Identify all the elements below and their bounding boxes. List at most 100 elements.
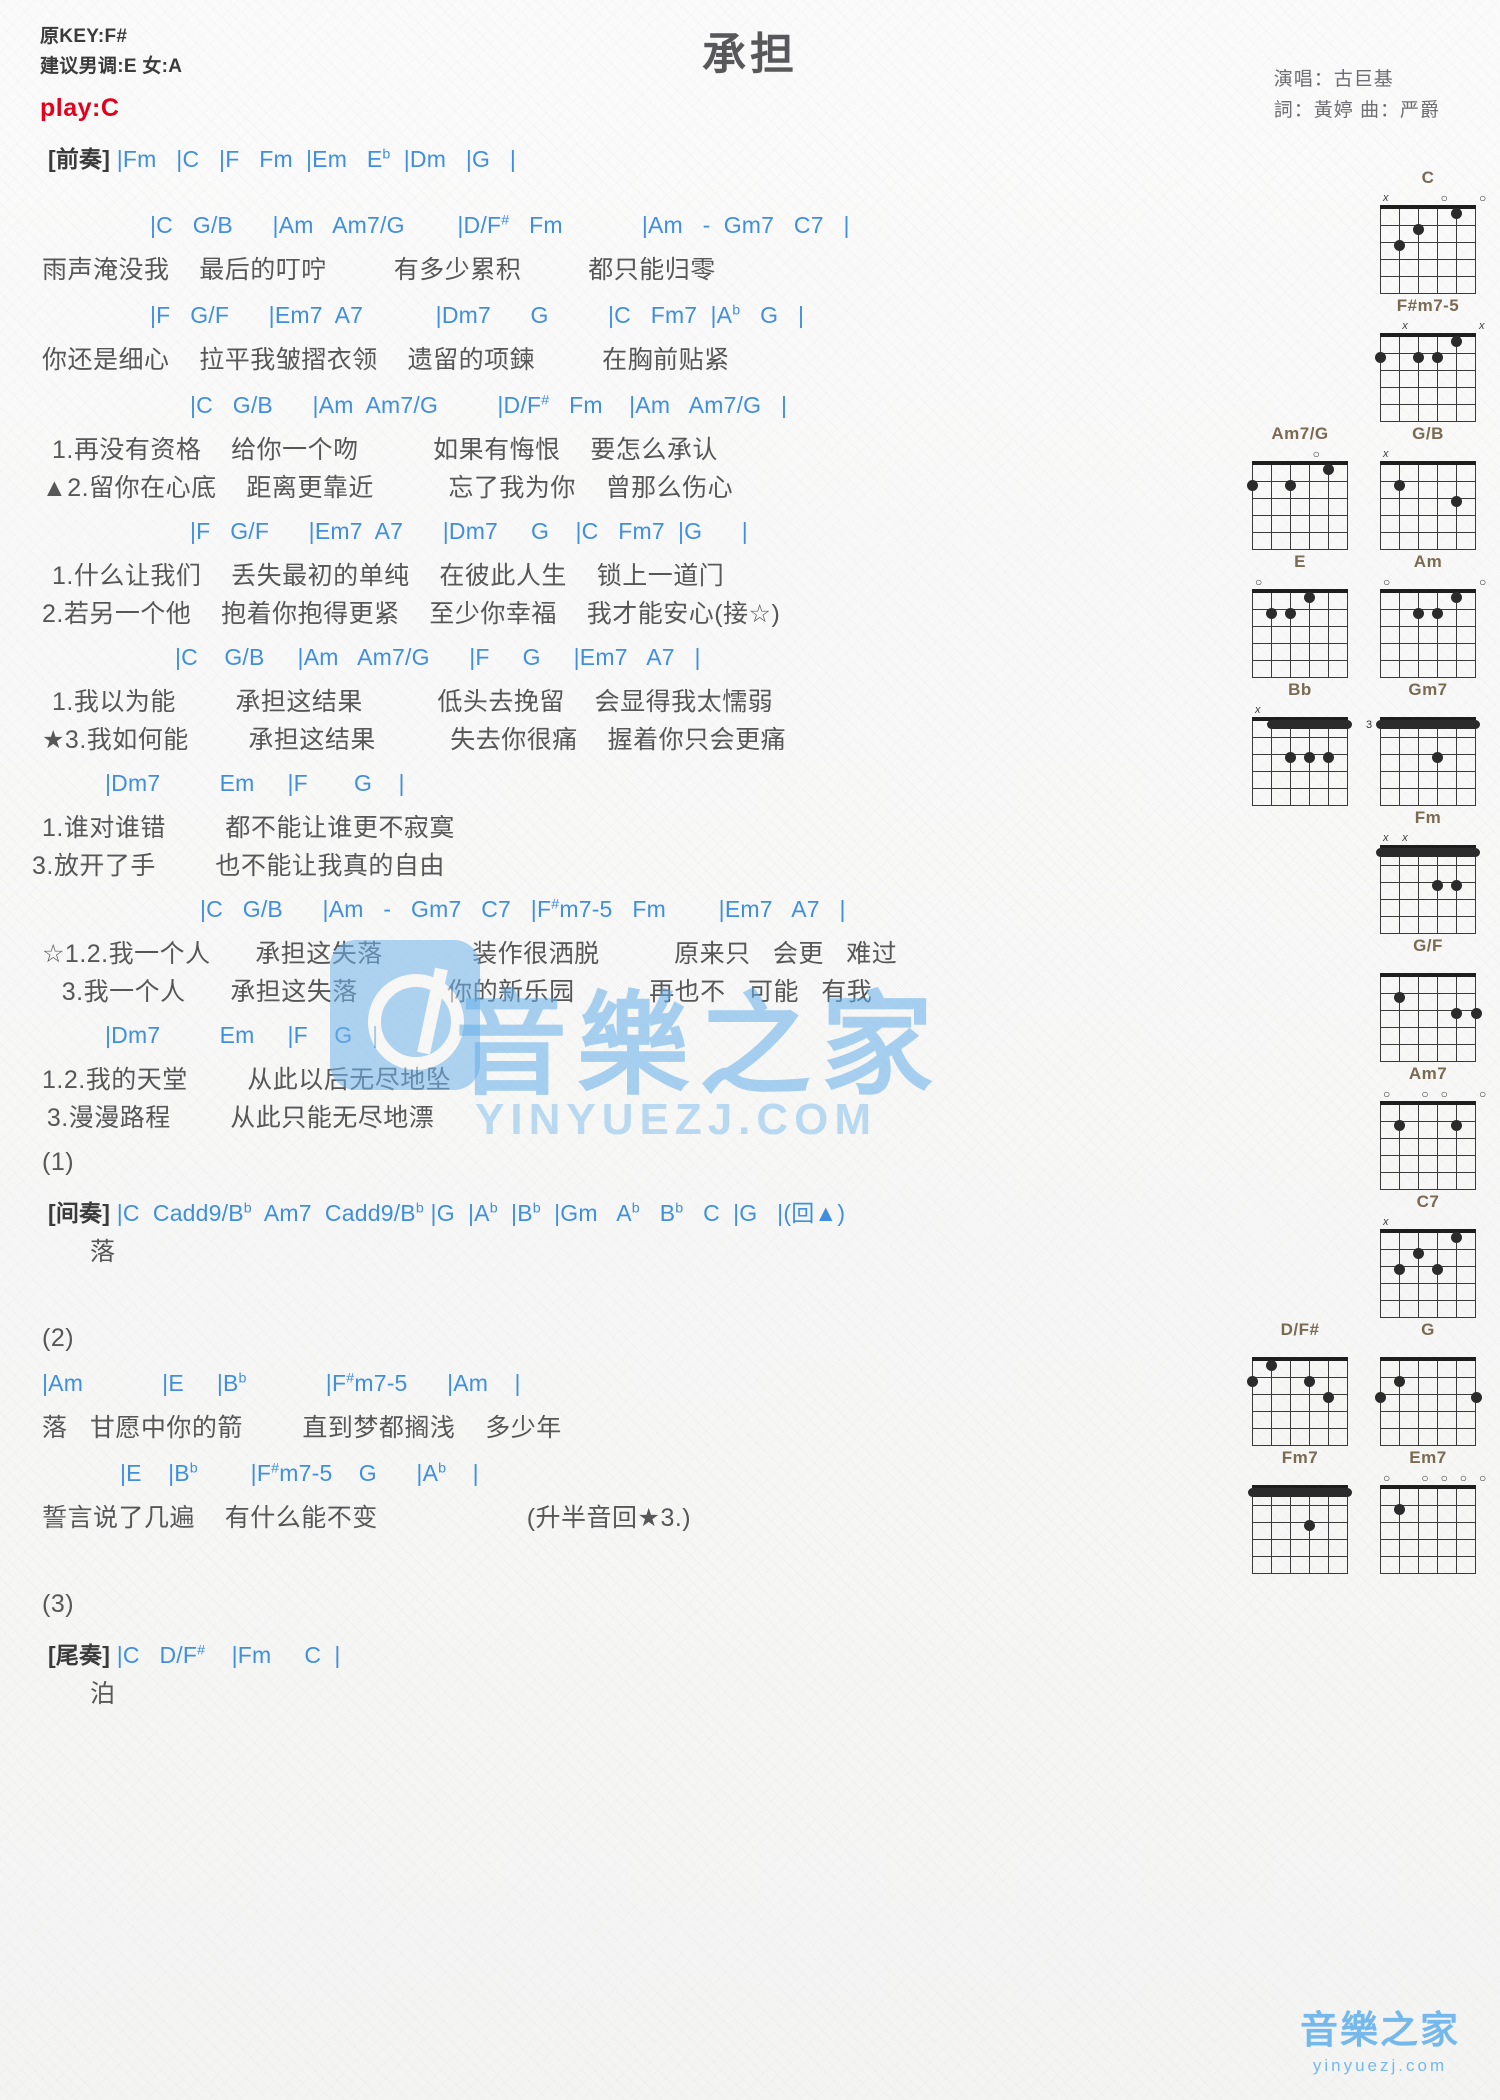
chord-diagram-Am7-G: Am7/G ○ [1242,424,1358,550]
finger-dot [1374,351,1386,363]
lyric-line-8b: 3.漫漫路程 从此只能无尽地漂 [32,1104,435,1132]
fret-number-label: 3 [1366,719,1373,731]
string-markers: ○ [1252,448,1348,461]
interlude-chord-line: [间奏] |C Cadd9/Bb Am7 Cadd9/Bb |G |Ab |Bb… [48,1200,846,1226]
fretboard-grid [1380,333,1476,422]
open-string-icon: ○ [1421,1471,1429,1485]
chord-diagram-Fm: Fm x x [1370,808,1486,934]
lyric-line-5b: ★3.我如何能 承担这结果 失去你很痛 握着你只会更痛 [42,726,787,754]
fretboard-grid [1380,1229,1476,1318]
watermark-bottom-cn: 音樂之家 [1299,2010,1460,2052]
muted-string-icon: x [1255,704,1261,716]
finger-dot [1265,1359,1277,1371]
muted-string-icon: x [1383,192,1389,204]
string-markers: xx [1380,832,1476,845]
string-markers: x [1380,448,1476,461]
barre-bar [1267,720,1352,729]
lyric-line-7b: 3.我一个人 承担这失落 你的新乐园 再也不 可能 有我 [32,978,873,1006]
chord-diagram-label: Am7 [1408,1064,1448,1083]
chord-diagram-label: Fm7 [1281,1448,1319,1467]
marker-1: (1) [42,1148,75,1176]
chord-line-5: |C G/B |Am Am7/G |F G |Em7 A7 | [175,644,701,670]
string-markers [1252,1472,1348,1485]
finger-dot [1393,1119,1405,1131]
chord-diagram-Am7: Am7 ○ ○ ○ ○ [1370,1064,1486,1190]
chord-diagram-label: Am7/G [1271,424,1329,443]
lyric-line-4b: 2.若另一个他 抱着你抱得更紧 至少你幸福 我才能安心(接☆) [42,600,781,628]
chord-diagram-label: G/B [1412,424,1444,443]
string-markers: ○ ○ ○ ○ ○ [1380,1471,1486,1485]
finger-dot [1432,607,1444,619]
chord-diagram-Em7: Em7 ○ ○ ○ ○ ○ [1370,1448,1486,1574]
watermark-bottom-en: yinyuezj.com [1312,2056,1448,2075]
fretboard-grid [1252,717,1348,806]
finger-dot [1451,879,1463,891]
string-markers: ○ ○ [1380,575,1486,589]
string-markers [1380,960,1476,973]
marker-3: (3) [42,1590,75,1618]
finger-dot [1470,1391,1482,1403]
bridge-lyric-line-1: 落 甘愿中你的箭 直到梦都搁浅 多少年 [42,1414,562,1442]
chord-diagram-label: D/F# [1280,1320,1320,1339]
finger-dot [1393,239,1405,251]
lyric-line-6a: 1.谁对谁错 都不能让谁更不寂寞 [42,814,455,842]
finger-dot [1451,1231,1463,1243]
finger-dot [1451,1119,1463,1131]
open-string-icon: ○ [1440,191,1448,205]
interlude-lyric-line: 落 [90,1238,116,1266]
finger-dot [1374,1391,1386,1403]
finger-dot [1432,879,1444,891]
open-string-icon: ○ [1479,191,1487,205]
string-markers [1252,1344,1348,1357]
finger-dot [1284,479,1296,491]
chord-diagram-label: C [1421,168,1435,187]
chord-diagram-G: G [1370,1320,1486,1446]
muted-string-icon: x [1383,448,1389,460]
open-string-icon: ○ [1459,1471,1468,1485]
chord-diagram-label: Gm7 [1408,680,1448,699]
chord-diagram-label: G [1421,1320,1435,1339]
fretboard-grid [1252,1357,1348,1446]
fretboard-grid [1380,845,1476,934]
fretboard-grid [1380,973,1476,1062]
open-string-icon: ○ [1479,1471,1487,1485]
fretboard-grid [1252,1485,1348,1574]
open-string-icon: ○ [1440,1087,1448,1101]
lyric-line-6b: 3.放开了手 也不能让我真的自由 [32,852,445,880]
chord-line-8: |Dm7 Em |F G | [105,1022,379,1048]
chord-line-3: |C G/B |Am Am7/G |D/F# Fm |Am Am7/G | [190,392,788,418]
chord-diagram-Bb: Bb x [1242,680,1358,806]
chord-diagram-label: Em7 [1409,1448,1447,1467]
chord-diagram-label: C7 [1416,1192,1440,1211]
lyric-line-8a: 1.2.我的天堂 从此以后无尽地坠 [42,1066,452,1094]
fretboard-grid [1380,589,1476,678]
singer-credit: 演唱：古巨基 [1273,69,1394,90]
lyric-line-5a: 1.我以为能 承担这结果 低头去挽留 会显得我太懦弱 [52,688,774,716]
finger-dot [1412,223,1424,235]
finger-dot [1284,751,1296,763]
bridge-chord-line-2: |E |Bb |F#m7-5 G |Ab | [120,1460,479,1486]
open-string-icon: ○ [1383,1087,1391,1101]
finger-dot [1323,463,1335,475]
finger-dot [1412,351,1424,363]
string-markers: xx [1380,320,1484,333]
finger-dot [1304,751,1316,763]
open-string-icon: ○ [1383,1471,1391,1485]
watermark-sub-text: YINYUEZJ.COM [475,1095,878,1144]
finger-dot [1432,351,1444,363]
chord-line-1: |C G/B |Am Am7/G |D/F# Fm |Am - Gm7 C7 | [150,212,850,238]
finger-dot [1451,1007,1463,1019]
finger-dot [1432,1263,1444,1275]
open-string-icon: ○ [1440,1471,1448,1485]
finger-dot [1393,1263,1405,1275]
finger-dot [1246,479,1258,491]
finger-dot [1265,607,1277,619]
open-string-icon: ○ [1383,575,1391,589]
fretboard-grid [1380,461,1476,550]
finger-dot [1323,1391,1335,1403]
lyric-line-3b: ▲2.留你在心底 距离更靠近 忘了我为你 曾那么伤心 [42,474,734,502]
finger-dot [1393,991,1405,1003]
fretboard-grid [1380,717,1476,806]
finger-dot [1393,1503,1405,1515]
chord-diagram-label: Am [1413,552,1443,571]
